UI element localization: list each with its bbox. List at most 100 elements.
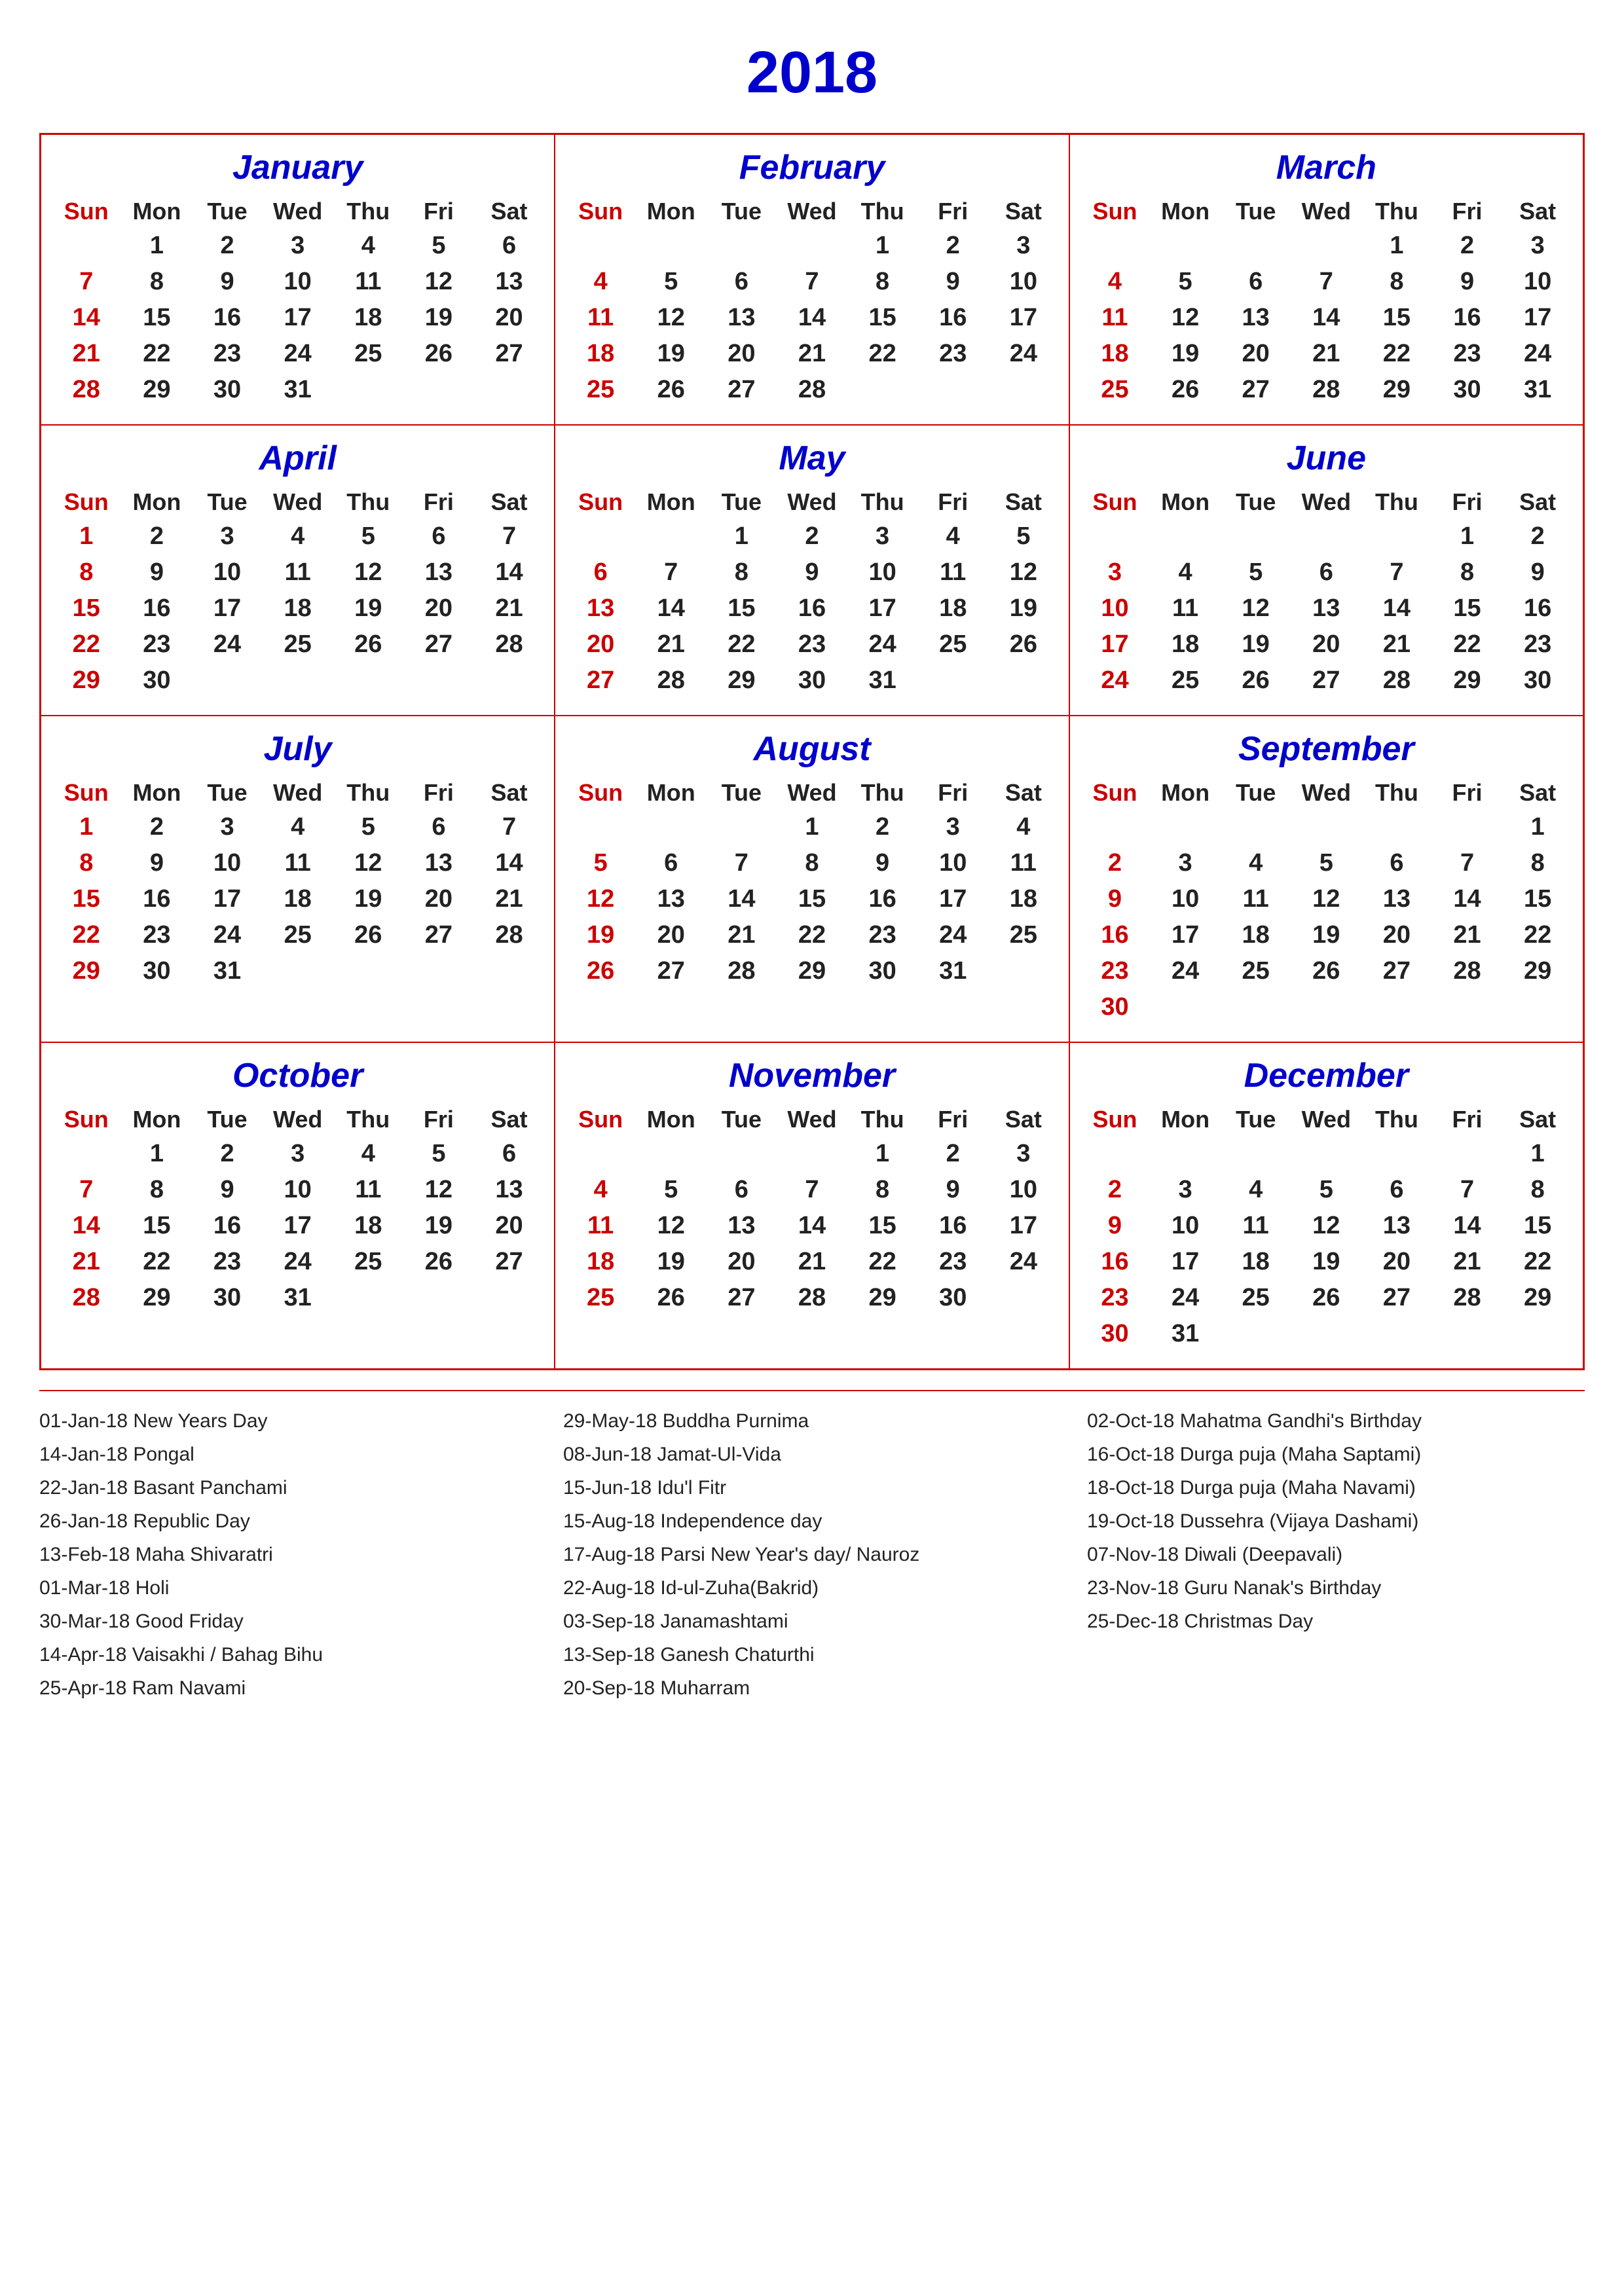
day-header-fri: Fri [1432, 1103, 1503, 1136]
day-cell: 7 [707, 845, 777, 881]
month-block-november: NovemberSunMonTueWedThuFriSat 1234567891… [555, 1042, 1069, 1369]
holiday-line: 03-Sep-18 Janamashtami [563, 1605, 1061, 1638]
day-cell: 29 [1432, 663, 1503, 699]
day-cell: 25 [333, 1244, 403, 1280]
day-cell [1221, 228, 1291, 264]
day-cell [192, 663, 263, 699]
day-header-thu: Thu [847, 776, 918, 809]
day-cell: 25 [1221, 1280, 1291, 1316]
holiday-line: 13-Sep-18 Ganesh Chaturthi [563, 1638, 1061, 1671]
day-header-sun: Sun [51, 486, 122, 519]
day-header-fri: Fri [917, 486, 988, 519]
day-cell [1221, 1316, 1291, 1352]
day-cell: 22 [1432, 627, 1503, 663]
day-cell: 12 [988, 555, 1059, 591]
day-cell: 14 [636, 591, 707, 627]
day-header-thu: Thu [847, 195, 918, 228]
day-cell: 28 [1432, 1280, 1503, 1316]
month-name: December [1080, 1056, 1573, 1095]
day-cell: 29 [847, 1280, 918, 1316]
day-cell: 24 [988, 1244, 1059, 1280]
day-cell: 31 [847, 663, 918, 699]
holiday-line: 14-Jan-18 Pongal [39, 1438, 537, 1471]
day-cell: 21 [1361, 627, 1432, 663]
day-cell: 19 [403, 1208, 474, 1244]
day-cell: 31 [263, 1280, 333, 1316]
day-cell: 10 [988, 1172, 1059, 1208]
month-name: April [51, 439, 544, 478]
day-cell: 12 [333, 555, 403, 591]
day-cell: 5 [636, 264, 707, 300]
day-cell: 18 [917, 591, 988, 627]
day-header-mon: Mon [122, 195, 193, 228]
day-header-mon: Mon [1150, 195, 1221, 228]
day-cell: 24 [263, 336, 333, 372]
day-header-sat: Sat [1502, 486, 1573, 519]
day-cell: 26 [636, 1280, 707, 1316]
day-cell: 13 [1361, 1208, 1432, 1244]
day-cell: 23 [917, 1244, 988, 1280]
day-cell [636, 809, 707, 845]
day-cell: 1 [1502, 809, 1573, 845]
day-cell: 18 [1221, 917, 1291, 953]
day-cell: 6 [1291, 555, 1362, 591]
day-cell: 4 [565, 264, 636, 300]
day-cell [474, 953, 545, 989]
day-cell: 14 [777, 300, 847, 336]
day-header-mon: Mon [122, 1103, 193, 1136]
day-cell [1291, 1316, 1362, 1352]
day-cell: 7 [1432, 1172, 1503, 1208]
day-header-wed: Wed [1291, 776, 1362, 809]
day-header-sun: Sun [1080, 195, 1151, 228]
day-cell: 27 [565, 663, 636, 699]
day-cell: 11 [1221, 1208, 1291, 1244]
holiday-line: 14-Apr-18 Vaisakhi / Bahag Bihu [39, 1638, 537, 1671]
holiday-column-col3: 02-Oct-18 Mahatma Gandhi's Birthday16-Oc… [1087, 1404, 1585, 1705]
day-cell: 12 [1221, 591, 1291, 627]
day-cell: 3 [1150, 1172, 1221, 1208]
day-cell: 17 [192, 881, 263, 917]
day-cell: 29 [122, 372, 193, 408]
day-cell: 22 [1502, 1244, 1573, 1280]
day-cell [1291, 1136, 1362, 1172]
day-cell: 11 [565, 1208, 636, 1244]
day-cell: 2 [122, 809, 193, 845]
day-cell: 9 [192, 1172, 263, 1208]
day-cell [1432, 1316, 1503, 1352]
day-cell: 15 [847, 300, 918, 336]
day-cell [1291, 519, 1362, 555]
day-cell: 23 [777, 627, 847, 663]
day-cell: 21 [1432, 1244, 1503, 1280]
day-cell: 11 [565, 300, 636, 336]
days-grid: SunMonTueWedThuFriSat 123456789101112131… [51, 195, 544, 408]
day-header-mon: Mon [636, 195, 707, 228]
day-cell: 24 [847, 627, 918, 663]
day-cell: 28 [707, 953, 777, 989]
day-cell: 18 [1221, 1244, 1291, 1280]
day-cell: 25 [1080, 372, 1151, 408]
day-cell: 22 [122, 1244, 193, 1280]
day-cell: 23 [192, 1244, 263, 1280]
day-cell: 13 [707, 300, 777, 336]
day-cell: 30 [192, 372, 263, 408]
day-cell: 1 [777, 809, 847, 845]
day-cell [636, 519, 707, 555]
day-cell [1361, 809, 1432, 845]
day-cell: 30 [847, 953, 918, 989]
day-cell: 15 [1502, 881, 1573, 917]
day-cell: 31 [1150, 1316, 1221, 1352]
day-cell: 18 [263, 881, 333, 917]
day-cell: 11 [1080, 300, 1151, 336]
holiday-line: 15-Jun-18 Idu'l Fitr [563, 1471, 1061, 1504]
day-cell: 19 [1221, 627, 1291, 663]
day-cell: 13 [403, 555, 474, 591]
day-cell [1150, 519, 1221, 555]
day-cell: 23 [917, 336, 988, 372]
day-header-wed: Wed [263, 195, 333, 228]
day-cell: 10 [917, 845, 988, 881]
day-cell [917, 663, 988, 699]
month-block-march: MarchSunMonTueWedThuFriSat 1234567891011… [1069, 134, 1583, 425]
day-cell: 31 [192, 953, 263, 989]
month-name: January [51, 148, 544, 187]
day-cell: 8 [1432, 555, 1503, 591]
